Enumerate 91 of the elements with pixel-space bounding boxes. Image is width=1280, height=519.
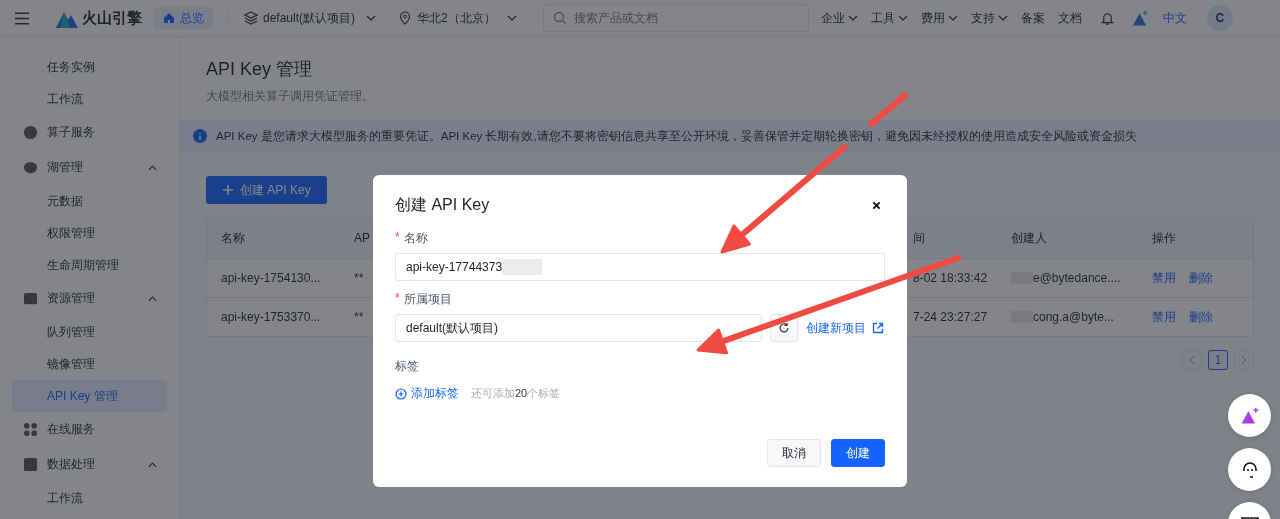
table-cell: e@bytedance.... (1033, 271, 1121, 285)
sidebar-item[interactable]: 镜像管理 (12, 348, 167, 380)
sidebar-item[interactable]: 湖管理 (12, 150, 167, 185)
field-label: 所属项目 (403, 291, 452, 308)
create-api-key-button[interactable]: 创建 API Key (206, 176, 327, 204)
chevron-right-icon (1241, 355, 1247, 365)
action-link[interactable]: 删除 (1189, 309, 1213, 324)
language-switch[interactable]: 中文 (1162, 9, 1187, 27)
notice-text: API Key 是您请求大模型服务的重要凭证。API Key 长期有效,请您不要将密钥信息共享至公开环境，妥善保管并定期轮换密钥，避免因未经授权的使用造成安全风险或资金损失 (216, 128, 1137, 144)
add-tag-link[interactable]: 添加标签 (395, 385, 459, 402)
user-avatar[interactable]: C (1206, 5, 1233, 31)
table-cell-text: ** (353, 271, 365, 285)
sidebar-item[interactable]: 队列管理 (12, 316, 167, 348)
sidebar-item[interactable]: 算子服务 (12, 115, 167, 150)
table-cell-text: 7-24 23:27:27 (912, 310, 989, 324)
sidebar-item[interactable]: 数据处理 (12, 447, 167, 482)
home-icon (163, 12, 175, 24)
column-header: 创建人 (1010, 229, 1048, 247)
sidebar-item[interactable]: 工作流 (12, 83, 167, 115)
column-header: 操作 (1151, 229, 1177, 247)
sidebar-item[interactable]: 在线服务 (12, 412, 167, 447)
required-mark: * (395, 230, 400, 246)
page-subtitle: 大模型相关算子调用凭证管理。 (206, 88, 375, 105)
layers-icon (244, 11, 258, 25)
mountain-icon[interactable] (1131, 10, 1149, 26)
action-link[interactable]: 禁用 (1152, 309, 1176, 324)
action-link[interactable]: 删除 (1189, 270, 1213, 285)
external-link-icon (872, 322, 884, 334)
bell-icon[interactable] (1100, 10, 1114, 26)
search-icon (552, 11, 567, 25)
section-icon (23, 457, 38, 472)
chevron-icon (366, 15, 377, 21)
nav-menu[interactable]: 费用 (920, 9, 958, 27)
action-link[interactable]: 禁用 (1152, 270, 1176, 285)
sidebar-item[interactable]: 资源管理 (12, 281, 167, 316)
brand-name: 火山引擎 (82, 8, 142, 28)
nav-menu[interactable]: 支持 (970, 9, 1008, 27)
tag-hint: 还可添加20个标签 (471, 386, 561, 401)
search-field[interactable]: 搜索产品或文档 (542, 4, 809, 32)
chevron-icon[interactable] (148, 461, 157, 468)
sidebar-item[interactable]: 元数据 (12, 185, 167, 217)
section-icon (23, 160, 38, 175)
chevron-left-icon (1189, 355, 1195, 365)
nav-menu[interactable]: 文档 (1057, 9, 1082, 27)
required-mark: * (395, 291, 400, 307)
section-icon (23, 125, 38, 140)
chevron-icon (506, 15, 517, 21)
sidebar-item[interactable]: 生命周期管理 (12, 249, 167, 281)
field-label: 名称 (403, 230, 428, 247)
plus-circle-icon (395, 387, 407, 400)
column-header: AP (353, 231, 371, 245)
chevron-icon (947, 15, 958, 21)
sidebar-item[interactable]: 任务实例 (12, 51, 167, 83)
menu-icon[interactable] (14, 11, 30, 25)
sidebar-item[interactable]: API Key 管理 (12, 380, 167, 412)
dialog-title: 创建 API Key (395, 195, 490, 215)
section-icon (23, 291, 38, 306)
region-selector[interactable]: 华北2（北京） (398, 4, 517, 32)
input-field[interactable]: api-key-17744373 (395, 253, 885, 281)
chevron-icon[interactable] (148, 295, 157, 302)
sidebar-item[interactable]: 工作流 (12, 482, 167, 514)
nav-menu[interactable]: 工具 (870, 9, 908, 27)
table-cell-text: ** (353, 310, 365, 324)
mountain-sparkle-icon (1239, 405, 1260, 426)
refresh-icon (778, 322, 790, 334)
column-header: 名称 (220, 229, 246, 247)
table-cell: cong.a@byte... (1033, 310, 1114, 324)
table-cell-text: api-key-1753370... (220, 310, 322, 324)
chevron-icon[interactable] (148, 164, 157, 171)
location-pin-icon (398, 11, 413, 25)
field-label: 标签 (395, 359, 419, 373)
info-icon (193, 129, 207, 143)
chevron-icon (897, 15, 908, 21)
page-button[interactable]: 1 (1208, 350, 1228, 370)
create-project-link[interactable]: 创建新项目 (806, 319, 884, 337)
nav-menu[interactable]: 企业 (820, 9, 858, 27)
chevron-icon (997, 15, 1008, 21)
cancel-button[interactable]: 取消 (767, 439, 821, 467)
close-icon[interactable] (872, 201, 881, 210)
project-selector[interactable]: default(默认项目) (244, 4, 377, 32)
create-button[interactable]: 创建 (831, 439, 885, 467)
home-button[interactable]: 总览 (154, 7, 213, 29)
page-title: API Key 管理 (206, 58, 314, 81)
plus-icon (222, 184, 234, 196)
nav-menu[interactable]: 备案 (1020, 9, 1045, 27)
table-cell-text: api-key-1754130... (220, 271, 322, 285)
chevron-icon (847, 15, 858, 21)
project-select[interactable]: default(默认项目) (395, 314, 762, 342)
sidebar-item[interactable]: 权限管理 (12, 217, 167, 249)
section-icon (23, 422, 38, 437)
column-header: 间 (912, 229, 926, 247)
